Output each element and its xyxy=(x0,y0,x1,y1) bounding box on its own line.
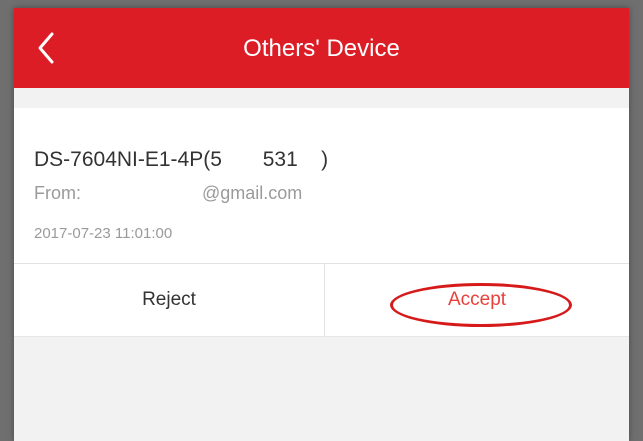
share-request-card: DS-7604NI-E1-4P(5 531 ) From: @gmail.com… xyxy=(14,108,629,336)
from-email: @gmail.com xyxy=(202,183,303,203)
device-name: DS-7604NI-E1-4P(5 531 ) xyxy=(34,148,329,171)
back-button[interactable] xyxy=(30,28,66,68)
device-frame: Others' Device DS-7604NI-E1-4P(5 531 ) F… xyxy=(0,0,643,441)
reject-button[interactable]: Reject xyxy=(14,264,324,336)
from-label: From: xyxy=(34,183,81,203)
page-title: Others' Device xyxy=(243,35,400,62)
accept-button[interactable]: Accept xyxy=(325,264,629,336)
card-bottom-border xyxy=(14,336,629,337)
section-gap xyxy=(14,88,629,108)
title-bar: Others' Device xyxy=(14,8,629,88)
app-screen: Others' Device DS-7604NI-E1-4P(5 531 ) F… xyxy=(14,8,629,441)
chevron-left-icon xyxy=(38,32,54,64)
request-timestamp: 2017-07-23 11:01:00 xyxy=(34,225,173,242)
from-row: From: @gmail.com xyxy=(34,183,302,204)
